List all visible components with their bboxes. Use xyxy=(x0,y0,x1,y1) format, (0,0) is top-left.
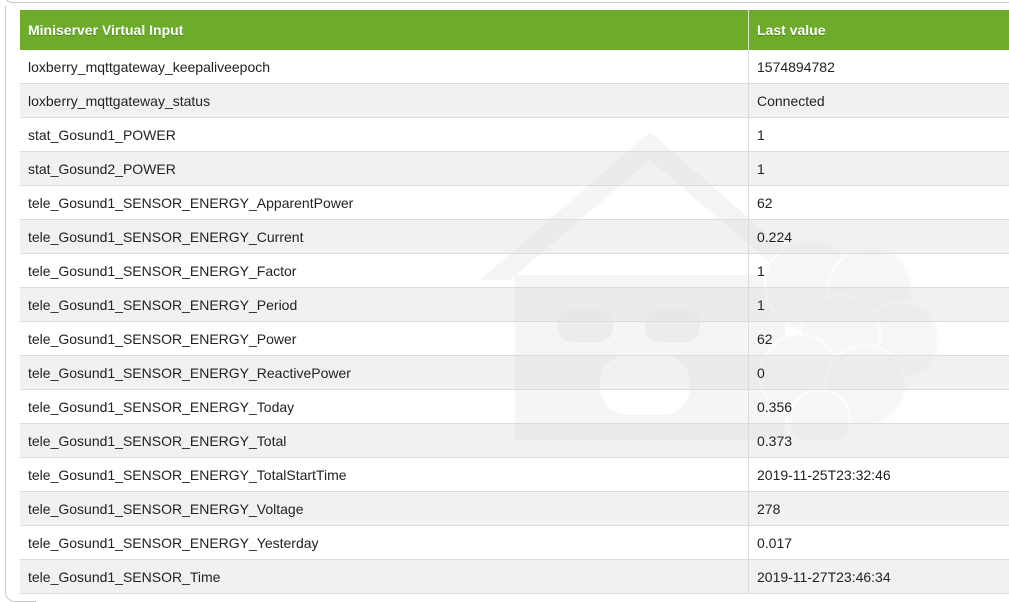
mqtt-values-table: Miniserver Virtual Input Last value loxb… xyxy=(20,10,1009,594)
page: Miniserver Virtual Input Last value loxb… xyxy=(0,0,1009,602)
table-row: tele_Gosund1_SENSOR_ENERGY_Yesterday 0.01… xyxy=(20,525,1009,560)
virtual-input-name-cell: loxberry_mqttgateway_keepaliveepoch xyxy=(20,50,749,84)
last-value-cell: 62 xyxy=(748,321,1009,356)
last-value-cell: 0.017 xyxy=(748,525,1009,560)
table-row: tele_Gosund1_SENSOR_Time 2019-11-27T23:46… xyxy=(20,559,1009,594)
table-row: tele_Gosund1_SENSOR_ENERGY_ApparentPower… xyxy=(20,185,1009,220)
table-row: stat_Gosund1_POWER 1 xyxy=(20,117,1009,152)
table-row: tele_Gosund1_SENSOR_ENERGY_TotalStartTim… xyxy=(20,457,1009,492)
virtual-input-name-cell: tele_Gosund1_SENSOR_ENERGY_Voltage xyxy=(20,491,749,526)
table-row: tele_Gosund1_SENSOR_ENERGY_Total 0.373 xyxy=(20,423,1009,458)
last-value-cell: 1 xyxy=(748,287,1009,322)
table-row: tele_Gosund1_SENSOR_ENERGY_Period 1 xyxy=(20,287,1009,322)
last-value-cell: 1 xyxy=(748,117,1009,152)
table-row: tele_Gosund1_SENSOR_ENERGY_Current 0.224 xyxy=(20,219,1009,254)
virtual-input-name-cell: loxberry_mqttgateway_status xyxy=(20,83,749,118)
table-row: stat_Gosund2_POWER 1 xyxy=(20,151,1009,186)
table-row: tele_Gosund1_SENSOR_ENERGY_Factor 1 xyxy=(20,253,1009,288)
last-value-cell: 2019-11-27T23:46:34 xyxy=(748,559,1009,594)
virtual-input-name-cell: tele_Gosund1_SENSOR_Time xyxy=(20,559,749,594)
virtual-input-name-cell: tele_Gosund1_SENSOR_ENERGY_Period xyxy=(20,287,749,322)
table-row: tele_Gosund1_SENSOR_ENERGY_Power 62 xyxy=(20,321,1009,356)
virtual-input-name-cell: tele_Gosund1_SENSOR_ENERGY_TotalStartTim… xyxy=(20,457,749,492)
virtual-input-name-cell: stat_Gosund1_POWER xyxy=(20,117,749,152)
table-body: loxberry_mqttgateway_keepaliveepoch 15748… xyxy=(20,50,1009,594)
last-value-cell: 1574894782 xyxy=(748,50,1009,84)
virtual-input-name-cell: stat_Gosund2_POWER xyxy=(20,151,749,186)
table-row: tele_Gosund1_SENSOR_ENERGY_Voltage 278 xyxy=(20,491,1009,526)
virtual-input-name-cell: tele_Gosund1_SENSOR_ENERGY_ApparentPower xyxy=(20,185,749,220)
last-value-cell: 278 xyxy=(748,491,1009,526)
last-value-cell: 0.224 xyxy=(748,219,1009,254)
last-value-cell: 2019-11-25T23:32:46 xyxy=(748,457,1009,492)
column-header-virtual-input[interactable]: Miniserver Virtual Input xyxy=(20,10,749,50)
virtual-input-name-cell: tele_Gosund1_SENSOR_ENERGY_Factor xyxy=(20,253,749,288)
table-row: tele_Gosund1_SENSOR_ENERGY_ReactivePower… xyxy=(20,355,1009,390)
table-row: loxberry_mqttgateway_keepaliveepoch 15748… xyxy=(20,50,1009,84)
virtual-input-name-cell: tele_Gosund1_SENSOR_ENERGY_Total xyxy=(20,423,749,458)
table-row: loxberry_mqttgateway_status Connected xyxy=(20,83,1009,118)
last-value-cell: Connected xyxy=(748,83,1009,118)
virtual-input-name-cell: tele_Gosund1_SENSOR_ENERGY_Current xyxy=(20,219,749,254)
table-header-row: Miniserver Virtual Input Last value xyxy=(20,10,1009,50)
last-value-cell: 0.356 xyxy=(748,389,1009,424)
last-value-cell: 0.373 xyxy=(748,423,1009,458)
last-value-cell: 1 xyxy=(748,151,1009,186)
panel-frame-top xyxy=(3,0,1009,3)
virtual-input-name-cell: tele_Gosund1_SENSOR_ENERGY_Today xyxy=(20,389,749,424)
virtual-input-name-cell: tele_Gosund1_SENSOR_ENERGY_Yesterday xyxy=(20,525,749,560)
virtual-input-name-cell: tele_Gosund1_SENSOR_ENERGY_ReactivePower xyxy=(20,355,749,390)
column-header-last-value[interactable]: Last value xyxy=(748,10,1009,50)
last-value-cell: 1 xyxy=(748,253,1009,288)
virtual-input-name-cell: tele_Gosund1_SENSOR_ENERGY_Power xyxy=(20,321,749,356)
last-value-cell: 62 xyxy=(748,185,1009,220)
last-value-cell: 0 xyxy=(748,355,1009,390)
table-row: tele_Gosund1_SENSOR_ENERGY_Today 0.356 xyxy=(20,389,1009,424)
